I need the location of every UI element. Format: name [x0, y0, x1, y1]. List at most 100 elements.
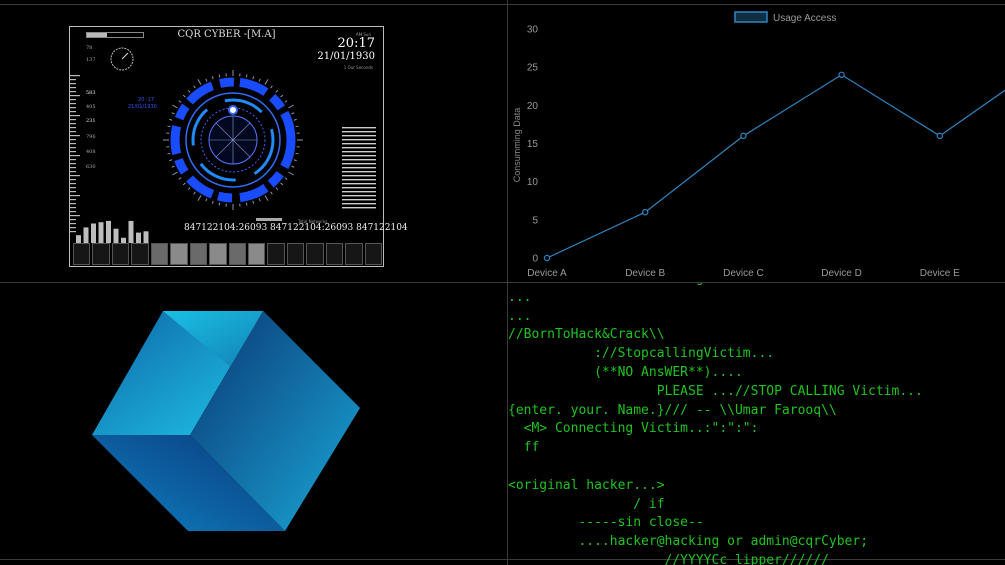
hud-cell — [209, 243, 227, 265]
hud-tick — [70, 135, 80, 137]
y-tick-label: 20 — [527, 101, 539, 112]
hud-right-bar — [342, 131, 376, 133]
hud-tick — [70, 203, 76, 205]
hud-eq-bar — [98, 222, 104, 243]
hud-right-bars — [342, 127, 376, 209]
hud-sub-date: 21/01/1930 — [128, 104, 157, 110]
terminal-output: ...Connecting Kashmir...NO ANSWER....../… — [508, 283, 923, 565]
hud-right-bar — [342, 159, 376, 161]
radar-tick — [211, 200, 214, 204]
x-tick-label: Device B — [625, 268, 665, 279]
hud-radar-icon — [163, 70, 303, 210]
hud-cell — [170, 243, 188, 265]
cube-graphic — [92, 311, 360, 531]
radar-tick — [291, 112, 295, 115]
data-point[interactable] — [936, 132, 943, 140]
hud-side-number: 583 — [86, 90, 96, 96]
hud-date: 21/01/1930 — [317, 51, 375, 62]
hud-tick — [70, 139, 76, 141]
hud-side-number: 78 — [86, 45, 93, 51]
hud-cell — [73, 243, 91, 265]
hud-title: CQR CYBER -[M.A] — [177, 29, 276, 40]
usage-line-chart: Usage Access Consumming Data 0 5 10 15 20 25 3… — [512, 11, 1005, 279]
radar-tick — [171, 112, 175, 115]
data-point[interactable] — [838, 71, 845, 79]
radar-tick — [172, 104, 178, 109]
radar-tick — [171, 165, 175, 168]
hud-tick — [70, 79, 76, 81]
hud-right-bar — [342, 155, 376, 157]
hud-right-bar — [342, 195, 376, 197]
hud-side-number: 405 — [86, 104, 96, 110]
hud-cell — [306, 243, 324, 265]
radar-tick — [291, 165, 295, 168]
hud-cell — [92, 243, 110, 265]
radar-tick — [218, 74, 221, 78]
radar-tick — [293, 159, 297, 162]
hud-right-bar — [342, 191, 376, 193]
cube-quadrant — [0, 283, 507, 565]
radar-tick — [182, 94, 186, 98]
x-tick-label: Device C — [723, 268, 764, 279]
radar-tick — [295, 125, 299, 128]
hud-tick — [70, 175, 80, 177]
hud-cell — [286, 243, 305, 265]
radar-tick — [264, 195, 269, 201]
hud-eq-bar — [143, 231, 149, 243]
hud-tick — [70, 87, 76, 89]
radar-tick — [288, 104, 294, 109]
radar-tick — [245, 202, 248, 206]
terminal-line: ....hacker@hacking or admin@cqrCyber; — [508, 534, 869, 550]
data-point[interactable] — [641, 208, 649, 216]
radar-tick — [197, 79, 202, 85]
hud-cell — [345, 243, 363, 265]
data-point[interactable] — [740, 132, 747, 140]
hud-tick — [70, 199, 76, 201]
radar-tick — [293, 118, 297, 121]
data-point[interactable] — [543, 254, 551, 262]
hud-tick — [70, 187, 76, 189]
hud-tick — [70, 103, 76, 105]
hud-tick — [70, 167, 76, 169]
hud-cell — [131, 243, 149, 265]
hud-cell — [247, 243, 266, 265]
hud-cell — [111, 243, 130, 265]
hud-tick — [70, 171, 76, 173]
radar-tick — [187, 187, 191, 191]
radar-tick — [280, 94, 284, 98]
chart-y-axis-label: Consumming Data — [512, 108, 522, 183]
hud-eq-bar — [128, 220, 134, 243]
hud-side-number: 137 — [86, 57, 96, 63]
radar-tick — [284, 177, 288, 180]
hud-tick — [70, 163, 76, 165]
hud-right-bar — [342, 183, 376, 185]
hud-right-bar — [342, 143, 376, 145]
hud-tick — [70, 195, 80, 197]
hud-eq-bar — [91, 223, 96, 243]
radar-tick — [252, 200, 255, 204]
hud-tick — [70, 107, 76, 109]
hud-tick — [70, 191, 76, 193]
radar-tick — [245, 74, 248, 78]
y-tick-label: 15 — [527, 139, 539, 150]
hud-right-bar — [342, 179, 376, 181]
hud-sub-clock: 20 :17 — [138, 97, 154, 103]
hud-footer-rule — [256, 218, 282, 221]
hud-cell-row — [72, 243, 383, 265]
hud-right-bar — [342, 187, 376, 189]
hud-right-bar — [342, 167, 376, 169]
hud-right-bar — [342, 135, 376, 137]
hud-tick — [70, 179, 76, 181]
hud-cell — [150, 243, 169, 265]
chart-series — [543, 71, 1005, 262]
hud-cell — [228, 243, 246, 265]
hud-tick — [70, 111, 76, 113]
hud-tick — [70, 211, 76, 213]
radar-tick — [205, 198, 208, 202]
hud-right-bar — [342, 139, 376, 141]
hud-tick — [70, 143, 76, 145]
chart-y-ticks: 0 5 10 15 20 25 30 — [527, 25, 539, 265]
hud-cell — [325, 243, 344, 265]
hud-equalizer-icon — [76, 220, 149, 243]
hud-side-ticks — [70, 75, 80, 233]
